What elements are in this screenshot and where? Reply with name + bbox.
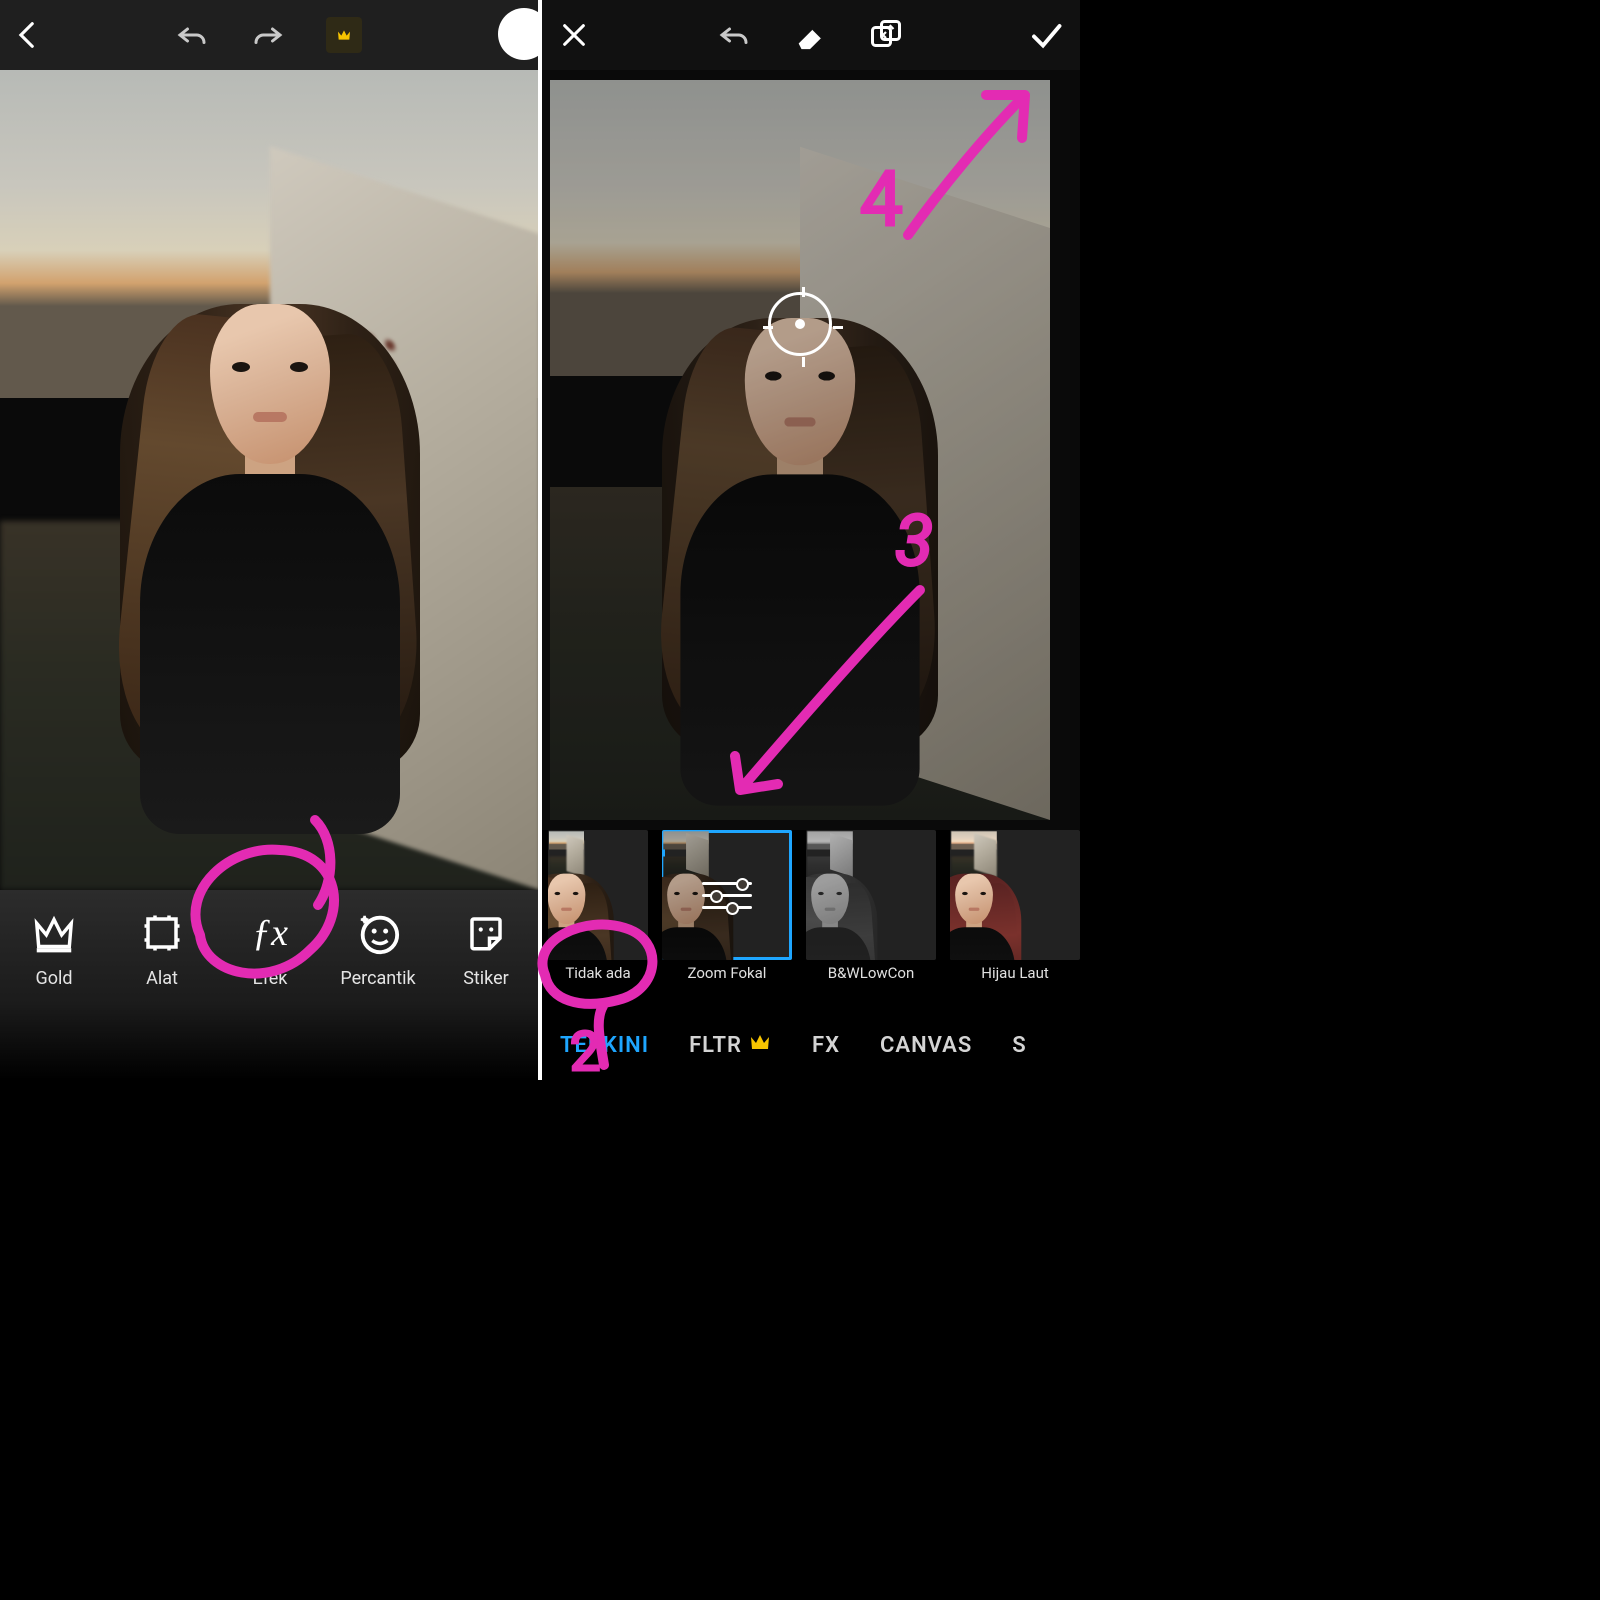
right-screenshot: Tidak ada Zoom Fokal B&WLowCon Hijau Laut T… [540, 0, 1080, 1080]
category-terkini[interactable]: TERKINI [560, 1033, 649, 1058]
photo-subject-effect [550, 80, 1050, 820]
left-tool-row: Gold Alat ƒx Efek Percantik Stiker [0, 890, 540, 1080]
tool-label: Alat [146, 968, 178, 989]
compare-icon[interactable] [868, 17, 904, 53]
right-topbar [540, 0, 1080, 70]
filter-label: B&WLowCon [828, 964, 915, 982]
efek-icon: ƒx [247, 910, 293, 956]
close-icon[interactable] [556, 17, 592, 53]
filter-thumb-bwlowcon[interactable]: B&WLowCon [806, 830, 936, 982]
left-canvas[interactable] [0, 70, 540, 890]
tool-label: Efek [253, 968, 288, 989]
photo-subject [0, 70, 540, 890]
filter-label: Tidak ada [565, 964, 630, 982]
percantik-icon [355, 910, 401, 956]
crown-premium-icon[interactable] [326, 17, 362, 53]
tool-gold[interactable]: Gold [9, 910, 99, 989]
category-label: FX [812, 1033, 840, 1058]
category-s[interactable]: S [1012, 1033, 1026, 1058]
category-label: S [1012, 1033, 1026, 1058]
category-label: TERKINI [560, 1033, 649, 1058]
right-canvas[interactable] [540, 70, 1080, 830]
category-fx[interactable]: FX [812, 1033, 840, 1058]
tool-efek[interactable]: ƒx Efek [225, 910, 315, 989]
tool-label: Percantik [340, 968, 415, 989]
filter-label: Zoom Fokal [688, 964, 767, 982]
left-topbar [0, 0, 540, 70]
tool-percantik[interactable]: Percantik [333, 910, 423, 989]
tool-label: Stiker [463, 968, 509, 989]
filter-thumb-none[interactable]: Tidak ada [548, 830, 648, 982]
tool-alat[interactable]: Alat [117, 910, 207, 989]
category-label: CANVAS [880, 1033, 972, 1058]
sliders-icon [662, 830, 792, 960]
stiker-icon [463, 910, 509, 956]
pane-divider [538, 0, 542, 1080]
filter-thumb-zoomfokal[interactable]: Zoom Fokal [662, 830, 792, 982]
filter-thumb-hijau[interactable]: Hijau Laut [950, 830, 1080, 982]
apply-check-icon[interactable] [1028, 17, 1064, 53]
crown-icon [748, 1030, 772, 1060]
gold-icon [31, 910, 77, 956]
filter-category-row: TERKINI FLTR FX CANVAS S [540, 1010, 1080, 1080]
undo-icon[interactable] [716, 17, 752, 53]
filter-label: Hijau Laut [981, 964, 1049, 982]
category-label: FLTR [689, 1033, 742, 1058]
left-screenshot: Gold Alat ƒx Efek Percantik Stiker [0, 0, 540, 1080]
category-fltr[interactable]: FLTR [689, 1030, 772, 1060]
undo-icon[interactable] [174, 17, 210, 53]
tool-label: Gold [35, 968, 72, 989]
tool-stiker[interactable]: Stiker [441, 910, 531, 989]
back-arrow-icon[interactable] [10, 17, 46, 53]
filter-thumb-row: Tidak ada Zoom Fokal B&WLowCon Hijau Laut [540, 830, 1080, 1010]
redo-icon[interactable] [250, 17, 286, 53]
category-canvas[interactable]: CANVAS [880, 1033, 972, 1058]
eraser-icon[interactable] [792, 17, 828, 53]
focal-crosshair-icon[interactable] [768, 292, 832, 356]
alat-icon [139, 910, 185, 956]
